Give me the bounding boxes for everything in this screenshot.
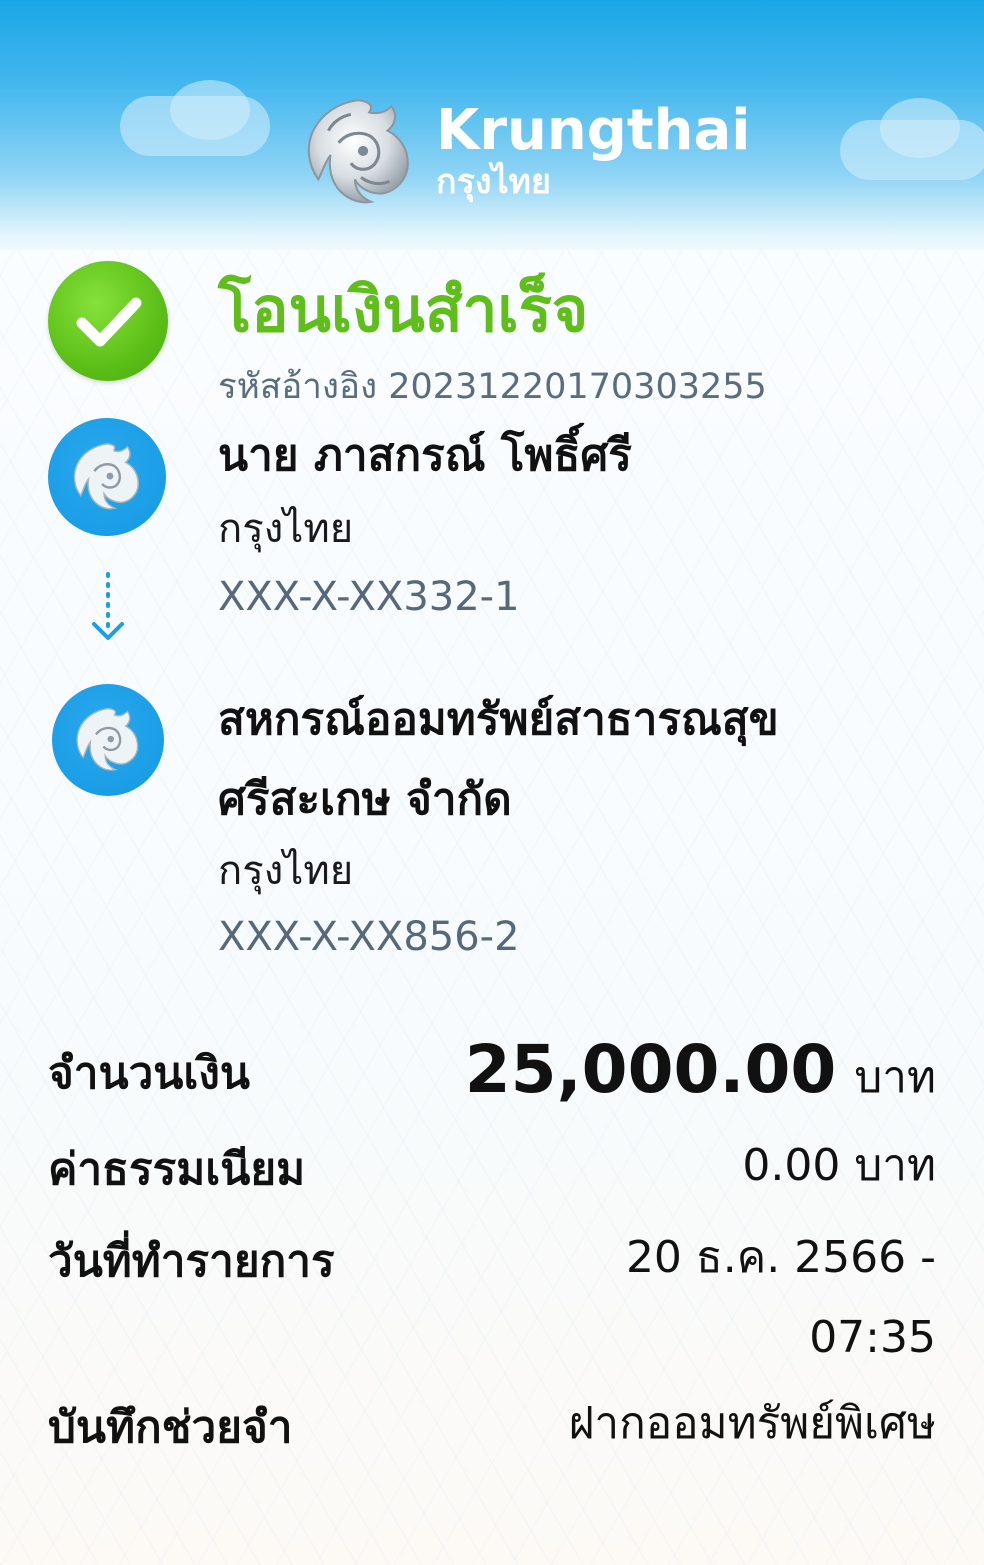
fee-label: ค่าธรรมเนียม <box>48 1144 306 1195</box>
krungthai-phoenix-icon <box>73 443 139 510</box>
arrow-down-icon <box>92 572 124 640</box>
amount-label: จำนวนเงิน <box>48 1048 250 1099</box>
memo-value: ฝากออมทรัพย์พิเศษ <box>568 1398 936 1449</box>
brand-name-thai: กรุงไทย <box>436 162 551 202</box>
check-icon <box>76 297 142 347</box>
sender-bank-icon <box>48 418 166 536</box>
krungthai-phoenix-icon <box>76 707 139 771</box>
brand-name-english: Krungthai <box>436 98 751 163</box>
header-banner: Krungthai กรุงไทย <box>0 0 984 270</box>
fee-value: 0.00 บาท <box>742 1140 936 1191</box>
reference-number: รหัสอ้างอิง 20231220170303255 <box>218 367 767 407</box>
date-label: วันที่ทำรายการ <box>48 1236 335 1287</box>
cloud-decoration <box>170 80 250 140</box>
date-value: 20 ธ.ค. 2566 - <box>625 1232 936 1283</box>
receiver-account-number: XXX-X-XX856-2 <box>218 914 520 960</box>
amount-unit: บาท <box>854 1052 936 1103</box>
sender-name: นาย ภาสกรณ์ โพธิ์ศรี <box>218 430 632 481</box>
amount-value: 25,000.00 <box>464 1031 837 1108</box>
receiver-bank-icon <box>52 684 164 796</box>
receiver-bank-name: กรุงไทย <box>218 848 354 894</box>
success-check-icon <box>48 261 168 381</box>
memo-label: บันทึกช่วยจำ <box>48 1402 293 1453</box>
cloud-decoration <box>880 98 960 158</box>
amount-value-row: 25,000.00 บาท <box>465 1030 936 1118</box>
time-value: 07:35 <box>809 1312 936 1363</box>
receiver-name-line2: ศรีสะเกษ จำกัด <box>218 774 512 825</box>
status-title: โอนเงินสำเร็จ <box>218 273 589 346</box>
sender-account-number: XXX-X-XX332-1 <box>218 574 520 620</box>
receiver-name-line1: สหกรณ์ออมทรัพย์สาธารณสุข <box>218 694 779 745</box>
krungthai-logo-icon <box>307 99 409 204</box>
sender-bank-name: กรุงไทย <box>218 506 354 552</box>
